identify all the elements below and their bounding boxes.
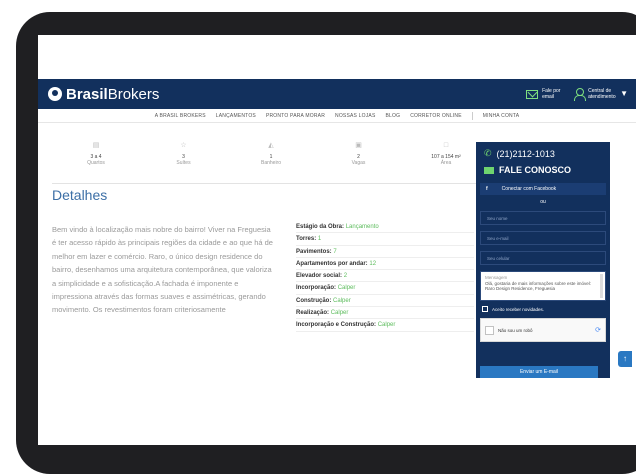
email-contact-link[interactable]: Fale por email [526,88,564,100]
nav-item[interactable]: A Brasil Brokers [155,113,206,119]
browser-top-area [38,35,636,79]
phone-input[interactable]: Seu celular [480,251,606,265]
spec-value: Calper [333,297,351,304]
stat-banheiro: ◭ 1 Banheiro [241,142,301,177]
nav-item-account[interactable]: Minha conta [483,113,520,119]
spec-row: Apartamentos por andar: 12 [296,258,474,271]
area-icon: □ [443,142,449,149]
spec-value: Calper [377,322,396,329]
stat-area: □ 107 a 154 m² Área [416,142,476,177]
spec-label: Apartamentos por andar: [296,260,368,267]
spec-label: Estágio da Obra: [296,224,345,230]
spec-value: 12 [369,260,377,267]
spec-row: Realização: Calper [296,307,474,320]
site-header: Brasil Brokers Fale por email Central de … [38,79,636,109]
spec-label: Construção: [296,297,332,304]
textarea-scrollbar[interactable] [600,274,603,298]
envelope-icon [484,166,494,174]
captcha-checkbox[interactable] [485,325,494,335]
send-email-button[interactable]: Enviar um E-mail [480,366,598,378]
spec-row: Estágio da Obra: Lançamento [296,221,474,234]
central-atendimento-menu[interactable]: Central de atendimento ▼ [574,88,628,101]
stat-label: Área [440,160,452,166]
property-stats: ▤ 3 a 4 Quartos ☆ 3 Suítes ◭ 1 Banheiro … [66,142,476,177]
spec-value: Calper [330,310,349,317]
phone-number[interactable]: ✆ (21)2112-1013 [476,142,610,159]
stat-label: Banheiro [260,160,281,166]
spec-label: Elevador social: [296,273,343,280]
nav-item[interactable]: Pronto para morar [266,113,325,119]
property-description: Bem vindo à localização mais nobre do ba… [52,225,273,315]
nav-item[interactable]: Blog [386,113,401,119]
main-nav: A Brasil Brokers Lançamentos Pronto para… [38,109,636,123]
logo-mark-icon [48,87,62,101]
section-title: Detalhes [52,187,108,203]
contact-title-text: FALE CONOSCO [499,165,572,175]
header-actions: Fale por email Central de atendimento ▼ [526,88,628,101]
logo-prefix: Brasil [66,85,108,103]
person-icon [574,88,587,101]
spec-value: Calper [337,285,356,292]
contact-title: FALE CONOSCO [476,159,610,175]
stat-vagas: ▣ 2 Vagas [329,142,389,177]
envelope-icon [526,89,539,99]
spec-label: Incorporação e Construção: [296,322,377,329]
spec-label: Incorporação: [296,285,337,292]
email-contact-label: Fale por email [542,88,561,100]
message-textarea[interactable]: Mensagem Olá, gostaria de mais informaçõ… [480,271,606,301]
name-input[interactable]: Seu nome [480,211,606,225]
scroll-up-button[interactable]: ↑ [618,351,632,367]
bed-icon: ▤ [92,142,100,149]
facebook-icon: f [486,186,488,192]
spec-value: 2 [343,273,348,280]
recaptcha-logo-icon: ⟳ [595,327,601,334]
car-icon: ▣ [355,142,362,149]
spec-row: Torres: 1 [296,233,474,246]
star-icon: ☆ [180,142,187,149]
spec-value: 7 [333,248,337,255]
stat-quartos: ▤ 3 a 4 Quartos [66,142,126,177]
checkbox-icon[interactable] [482,306,488,312]
chevron-down-icon: ▼ [620,89,628,98]
message-text: Olá, gostaria de mais informações sobre … [485,280,592,292]
stat-label: Suítes [176,160,191,166]
facebook-connect-button[interactable]: f Conectar com Facebook [480,183,606,195]
spec-label: Realização: [296,310,330,317]
email-input[interactable]: Seu e-mail [480,231,606,245]
stat-label: Vagas [351,160,366,166]
spec-label: Pavimentos: [296,248,332,255]
nav-divider [471,111,473,120]
stat-label: Quartos [87,160,105,166]
central-label: Central de atendimento [588,88,616,100]
spec-value: Lançamento [345,224,379,230]
newsletter-checkbox[interactable]: Aceito receber novidades. [482,306,604,312]
logo-suffix: Brokers [107,85,160,103]
nav-item[interactable]: Corretor online [410,113,462,119]
spec-row: Elevador social: 2 [296,270,474,283]
newsletter-label: Aceito receber novidades. [492,306,545,312]
spec-row: Construção: Calper [296,295,474,308]
arrow-up-icon: ↑ [623,354,627,363]
contact-sidebar: ✆ (21)2112-1013 FALE CONOSCO f Conectar … [476,142,610,378]
bath-icon: ◭ [268,142,274,149]
property-specs: Estágio da Obra: Lançamento Torres: 1 Pa… [296,221,474,332]
or-separator: ou [540,199,546,205]
spec-row: Incorporação e Construção: Calper [296,319,474,332]
nav-item[interactable]: Lançamentos [216,113,256,119]
captcha-label: Não sou um robô [498,327,533,333]
nav-item[interactable]: Nossas lojas [335,113,375,119]
recaptcha-widget[interactable]: Não sou um robô ⟳ [480,318,606,342]
logo[interactable]: Brasil Brokers [48,86,159,103]
phone-icon: ✆ [484,148,492,158]
stat-suites: ☆ 3 Suítes [154,142,214,177]
spec-row: Incorporação: Calper [296,282,474,295]
divider [52,183,480,184]
phone-number-text: (21)2112-1013 [496,148,555,159]
spec-value: 1 [317,236,322,243]
spec-label: Torres: [296,236,317,243]
facebook-button-label: Conectar com Facebook [501,186,557,192]
spec-row: Pavimentos: 7 [296,246,474,258]
tablet-screen: Brasil Brokers Fale por email Central de … [38,35,636,445]
